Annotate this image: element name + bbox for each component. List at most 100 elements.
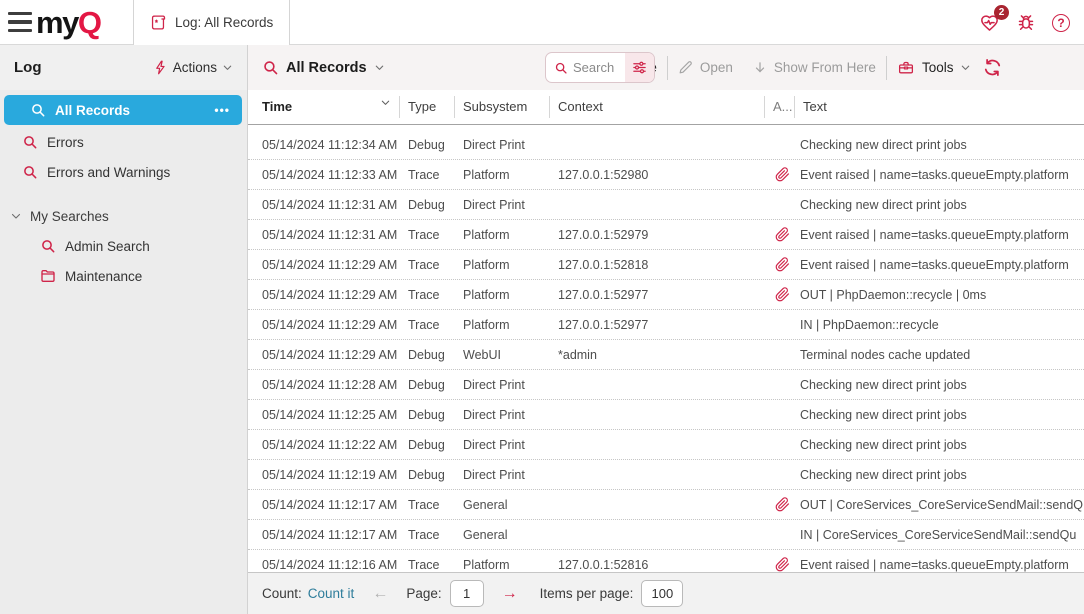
cell-time: 05/14/2024 11:12:29 AM: [248, 258, 400, 272]
table-row[interactable]: 05/14/2024 11:12:19 AM Debug Direct Prin…: [248, 460, 1084, 490]
table-body: 05/14/2024 11:12:34 AM Debug Direct Prin…: [248, 125, 1084, 572]
attachment-paperclip-icon: [765, 497, 795, 512]
cell-type: Debug: [400, 438, 455, 452]
sidebar-item-all-records[interactable]: All Records •••: [4, 95, 242, 125]
tab-label: Log: All Records: [175, 15, 273, 30]
cell-text: OUT | CoreServices_CoreServiceSendMail::…: [795, 498, 1084, 512]
help-icon[interactable]: ?: [1052, 14, 1070, 32]
table-row[interactable]: 05/14/2024 11:12:28 AM Debug Direct Prin…: [248, 370, 1084, 400]
cell-type: Trace: [400, 528, 455, 542]
column-header-context[interactable]: Context: [550, 96, 765, 118]
items-per-page-input[interactable]: [641, 580, 683, 607]
table-row[interactable]: 05/14/2024 11:12:22 AM Debug Direct Prin…: [248, 430, 1084, 460]
show-from-here-button[interactable]: Show From Here: [753, 60, 876, 75]
table-row[interactable]: 05/14/2024 11:12:17 AM Trace General IN …: [248, 520, 1084, 550]
actions-button[interactable]: Actions: [153, 59, 247, 76]
debug-bug-icon[interactable]: [1016, 13, 1036, 33]
search-icon: [22, 164, 38, 180]
cell-subsystem: Platform: [455, 228, 550, 242]
table-row[interactable]: 05/14/2024 11:12:29 AM Trace Platform 12…: [248, 310, 1084, 340]
column-header-attachment[interactable]: A...: [765, 96, 795, 118]
cell-time: 05/14/2024 11:12:17 AM: [248, 528, 400, 542]
cell-subsystem: Platform: [455, 558, 550, 572]
column-header-text[interactable]: Text: [795, 96, 1084, 118]
lightning-icon: [153, 59, 168, 76]
cell-subsystem: Direct Print: [455, 198, 550, 212]
notification-badge: 2: [994, 5, 1009, 20]
cell-time: 05/14/2024 11:12:33 AM: [248, 168, 400, 182]
cell-subsystem: Direct Print: [455, 408, 550, 422]
cell-time: 05/14/2024 11:12:19 AM: [248, 468, 400, 482]
table-header: Time Type Subsystem Context A... Text: [248, 90, 1084, 125]
cell-time: 05/14/2024 11:12:31 AM: [248, 198, 400, 212]
attachment-paperclip-icon: [765, 257, 795, 272]
count-it-link[interactable]: Count it: [308, 586, 355, 601]
cell-time: 05/14/2024 11:12:29 AM: [248, 348, 400, 362]
tab-log-all-records[interactable]: Log: All Records: [133, 0, 290, 45]
pagination-footer: Count: Count it ← Page: → Items per page…: [248, 572, 1084, 614]
sidebar-item-admin-search[interactable]: Admin Search: [0, 231, 247, 261]
page-input[interactable]: [450, 580, 484, 607]
cell-context: 127.0.0.1:52977: [550, 318, 765, 332]
open-button[interactable]: Open: [678, 60, 733, 75]
items-per-page-label: Items per page:: [540, 586, 634, 601]
cell-text: Checking new direct print jobs: [795, 378, 1084, 392]
sidebar-section-my-searches[interactable]: My Searches: [0, 201, 247, 231]
hamburger-menu-icon[interactable]: [8, 12, 32, 32]
item-menu-icon[interactable]: •••: [214, 103, 242, 117]
table-row[interactable]: 05/14/2024 11:12:29 AM Trace Platform 12…: [248, 280, 1084, 310]
chevron-down-icon: [222, 62, 233, 73]
refresh-icon[interactable]: [983, 58, 1002, 77]
table-row[interactable]: 05/14/2024 11:12:33 AM Trace Platform 12…: [248, 160, 1084, 190]
cell-time: 05/14/2024 11:12:31 AM: [248, 228, 400, 242]
table-row[interactable]: 05/14/2024 11:12:29 AM Trace Platform 12…: [248, 250, 1084, 280]
sidebar-item-errors-and-warnings[interactable]: Errors and Warnings: [0, 157, 247, 187]
chevron-down-icon: [960, 62, 971, 73]
cell-text: Checking new direct print jobs: [795, 438, 1084, 452]
table-row[interactable]: 05/14/2024 11:12:31 AM Debug Direct Prin…: [248, 190, 1084, 220]
cell-time: 05/14/2024 11:12:22 AM: [248, 438, 400, 452]
cell-time: 05/14/2024 11:12:29 AM: [248, 318, 400, 332]
search-input[interactable]: [573, 60, 625, 75]
cell-subsystem: Platform: [455, 318, 550, 332]
next-page-arrow-icon[interactable]: →: [502, 585, 518, 603]
cell-time: 05/14/2024 11:12:28 AM: [248, 378, 400, 392]
cell-text: OUT | PhpDaemon::recycle | 0ms: [795, 288, 1084, 302]
cell-subsystem: Direct Print: [455, 378, 550, 392]
page-label: Page:: [406, 586, 441, 601]
cell-type: Trace: [400, 288, 455, 302]
cell-text: IN | PhpDaemon::recycle: [795, 318, 1084, 332]
filter-sliders-icon[interactable]: [625, 53, 654, 82]
previous-page-arrow-icon[interactable]: ←: [372, 585, 388, 603]
cell-type: Trace: [400, 168, 455, 182]
table-row[interactable]: 05/14/2024 11:12:34 AM Debug Direct Prin…: [248, 130, 1084, 160]
cell-text: Terminal nodes cache updated: [795, 348, 1084, 362]
cell-type: Debug: [400, 348, 455, 362]
cell-context: 127.0.0.1:52979: [550, 228, 765, 242]
health-heart-icon[interactable]: 2: [979, 13, 1000, 33]
cell-time: 05/14/2024 11:12:25 AM: [248, 408, 400, 422]
cell-type: Debug: [400, 198, 455, 212]
sidebar-item-maintenance[interactable]: Maintenance: [0, 261, 247, 291]
table-row[interactable]: 05/14/2024 11:12:17 AM Trace General OUT…: [248, 490, 1084, 520]
tools-button[interactable]: Tools: [897, 59, 972, 76]
sidebar-item-errors[interactable]: Errors: [0, 127, 247, 157]
cell-type: Trace: [400, 498, 455, 512]
cell-context: 127.0.0.1:52818: [550, 258, 765, 272]
table-row[interactable]: 05/14/2024 11:12:25 AM Debug Direct Prin…: [248, 400, 1084, 430]
cell-time: 05/14/2024 11:12:34 AM: [248, 138, 400, 152]
cell-context: 127.0.0.1:52977: [550, 288, 765, 302]
table-row[interactable]: 05/14/2024 11:12:16 AM Trace Platform 12…: [248, 550, 1084, 572]
view-selector-button[interactable]: All Records: [248, 59, 385, 76]
table-row[interactable]: 05/14/2024 11:12:31 AM Trace Platform 12…: [248, 220, 1084, 250]
table-row[interactable]: 05/14/2024 11:12:29 AM Debug WebUI *admi…: [248, 340, 1084, 370]
sidebar-header: Log Actions: [0, 45, 248, 90]
column-header-subsystem[interactable]: Subsystem: [455, 96, 550, 118]
cell-text: Event raised | name=tasks.queueEmpty.pla…: [795, 168, 1084, 182]
cell-time: 05/14/2024 11:12:17 AM: [248, 498, 400, 512]
cell-subsystem: General: [455, 498, 550, 512]
cell-subsystem: Platform: [455, 258, 550, 272]
column-header-time[interactable]: Time: [248, 96, 400, 118]
sidebar: All Records ••• Errors Errors and Warnin…: [0, 90, 248, 614]
column-header-type[interactable]: Type: [400, 96, 455, 118]
